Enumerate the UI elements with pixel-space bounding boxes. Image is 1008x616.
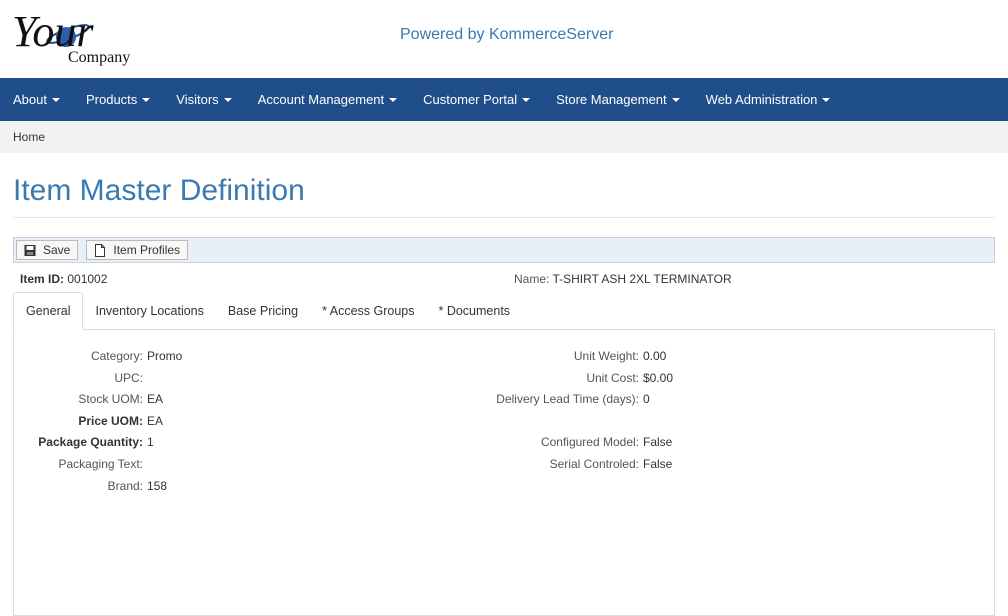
field-price-uom: Price UOM: EA: [78, 414, 164, 428]
caret-down-icon: [822, 97, 831, 102]
breadcrumb-home-link[interactable]: Home: [13, 130, 45, 144]
save-button[interactable]: Save: [16, 240, 79, 260]
item-name: Name: T-SHIRT ASH 2XL TERMINATOR: [514, 272, 732, 286]
document-icon: [95, 243, 106, 257]
field-unit-cost: Unit Cost: $0.00: [586, 371, 674, 385]
nav-visitors[interactable]: Visitors: [163, 78, 244, 121]
caret-down-icon: [671, 97, 680, 102]
page-title: Item Master Definition: [13, 174, 305, 207]
nav-customer-portal[interactable]: Customer Portal: [410, 78, 543, 121]
tab-access-groups[interactable]: * Access Groups: [310, 292, 426, 330]
caret-down-icon: [142, 97, 151, 102]
site-header: Your Company Powered by KommerceServer: [0, 0, 1008, 78]
main-navbar: About Products Visitors Account Manageme…: [0, 78, 1008, 121]
floppy-disk-icon: [24, 244, 36, 256]
item-tabs: General Inventory Locations Base Pricing…: [13, 292, 995, 330]
item-id-value: 001002: [67, 272, 108, 286]
logo-word-company: Company: [68, 49, 130, 66]
tab-inventory-locations[interactable]: Inventory Locations: [83, 292, 215, 330]
tab-base-pricing[interactable]: Base Pricing: [216, 292, 310, 330]
field-brand: Brand: 158: [107, 479, 168, 493]
item-profiles-button[interactable]: Item Profiles: [86, 240, 189, 260]
field-delivery-lead-time: Delivery Lead Time (days): 0: [496, 392, 650, 406]
caret-down-icon: [51, 97, 60, 102]
company-logo[interactable]: Your Company: [12, 4, 152, 70]
item-toolbar: Save Item Profiles: [13, 237, 995, 263]
general-tab-panel: Category: Promo UPC: Stock UOM: EA Price…: [13, 329, 995, 616]
item-id: Item ID: 001002: [20, 272, 107, 286]
field-serial-controled: Serial Controled: False: [549, 457, 673, 471]
nav-account-management[interactable]: Account Management: [245, 78, 410, 121]
tab-documents[interactable]: * Documents: [426, 292, 522, 330]
caret-down-icon: [522, 97, 531, 102]
caret-down-icon: [389, 97, 398, 102]
title-divider: [13, 217, 995, 218]
nav-about[interactable]: About: [0, 78, 73, 121]
nav-products[interactable]: Products: [73, 78, 163, 121]
item-name-value: T-SHIRT ASH 2XL TERMINATOR: [552, 272, 732, 286]
tab-general[interactable]: General: [13, 292, 84, 330]
nav-store-management[interactable]: Store Management: [543, 78, 693, 121]
item-id-label: Item ID:: [20, 272, 65, 286]
field-unit-weight: Unit Weight: 0.00: [573, 349, 667, 363]
logo-icon: Your Company: [12, 7, 130, 66]
caret-down-icon: [223, 97, 232, 102]
nav-web-administration[interactable]: Web Administration: [693, 78, 844, 121]
breadcrumb: Home: [0, 121, 1008, 153]
powered-by-text: Powered by KommerceServer: [400, 26, 614, 43]
field-configured-model: Configured Model: False: [540, 435, 673, 449]
item-name-label: Name:: [514, 272, 550, 286]
